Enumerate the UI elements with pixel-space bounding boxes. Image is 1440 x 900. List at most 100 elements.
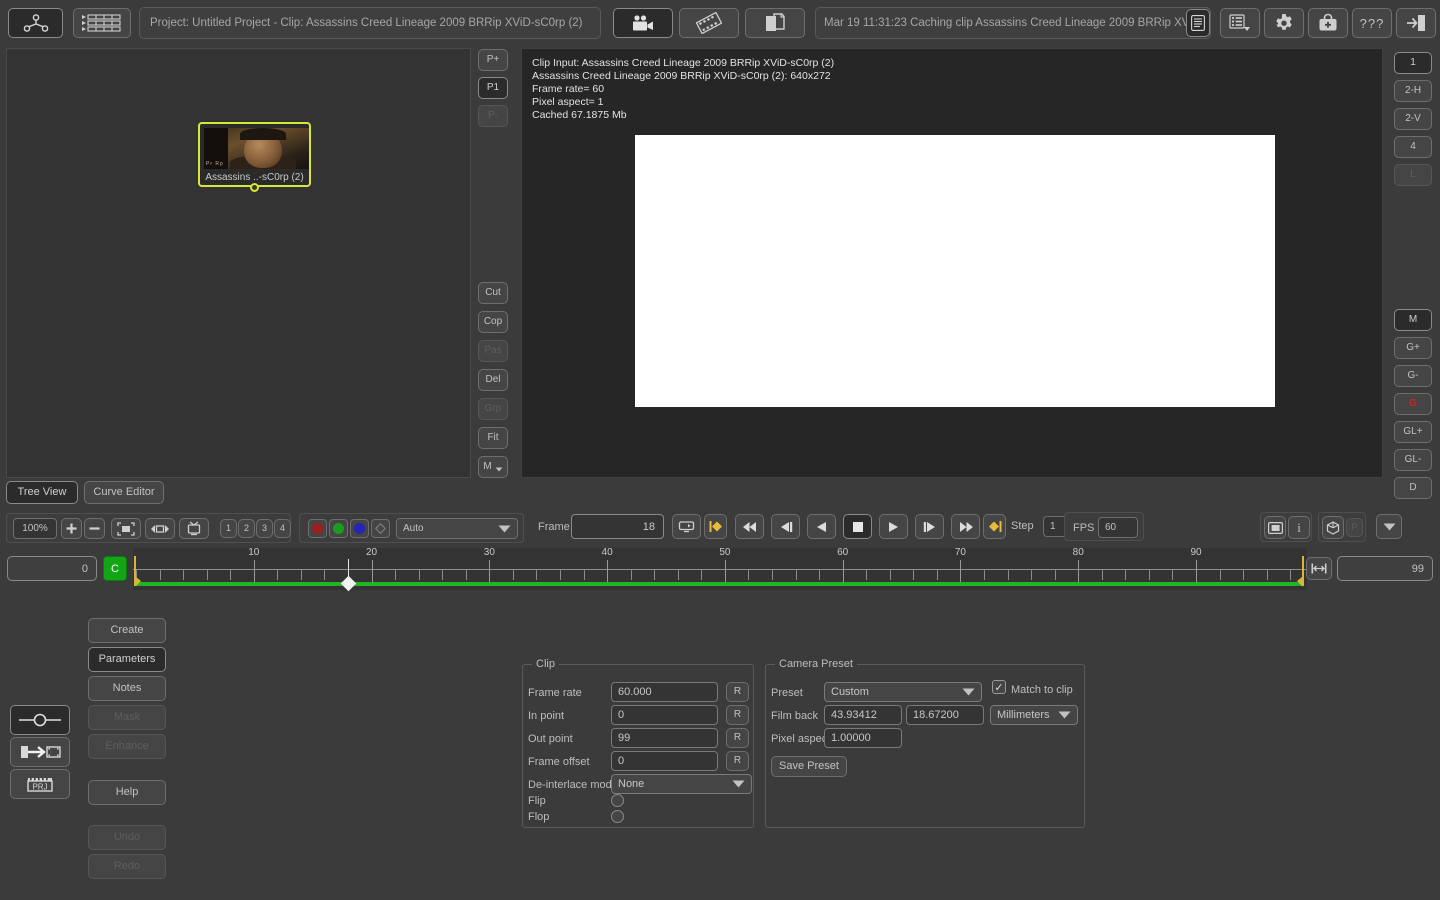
film-back-height-field[interactable]: 18.67200 xyxy=(906,705,984,725)
rewind-fast-button[interactable] xyxy=(735,514,764,539)
save-preset-button[interactable]: Save Preset xyxy=(771,756,847,777)
fit-frame-icon[interactable] xyxy=(111,518,141,539)
layout-button-l[interactable]: L xyxy=(1394,164,1432,186)
tab-curve-editor[interactable]: Curve Editor xyxy=(84,481,164,504)
timeline-out-handle[interactable] xyxy=(1297,556,1305,586)
view-number-4[interactable]: 4 xyxy=(274,519,291,538)
status-message-field[interactable]: Mar 19 11:31:23 Caching clip Assassins C… xyxy=(815,7,1211,39)
forward-fast-button[interactable] xyxy=(951,514,980,539)
tree-list-icon[interactable] xyxy=(73,8,131,38)
export-film-icon[interactable] xyxy=(10,737,70,767)
mid-tool-cut[interactable]: Cut xyxy=(478,282,508,304)
set-in-key-icon[interactable] xyxy=(704,514,727,539)
mid-tool-m[interactable]: M xyxy=(478,456,508,478)
zoom-level-field[interactable]: 100% xyxy=(13,518,57,539)
in-point-field[interactable]: 0 xyxy=(611,705,718,725)
frame-offset-field[interactable]: 0 xyxy=(611,751,718,771)
viewer-panel[interactable]: Clip Input: Assassins Creed Lineage 2009… xyxy=(521,48,1383,478)
flop-checkbox[interactable] xyxy=(611,810,624,823)
list-dropdown-icon[interactable] xyxy=(1220,8,1260,38)
layout-button-1[interactable]: 1 xyxy=(1394,52,1432,74)
proxy-monitor-icon[interactable] xyxy=(1264,516,1286,539)
project-clapper-icon[interactable]: PRJ xyxy=(10,769,70,799)
tracker-line-icon[interactable] xyxy=(10,705,70,735)
film-strip-icon[interactable] xyxy=(679,8,739,38)
mode-button-glplus[interactable]: GL+ xyxy=(1394,421,1432,443)
frame-rate-field[interactable]: 60.000 xyxy=(611,682,718,702)
mid-tool-fit[interactable]: Fit xyxy=(478,427,508,449)
mid-tool-cop[interactable]: Cop xyxy=(478,311,508,333)
layout-button-4[interactable]: 4 xyxy=(1394,136,1432,158)
minus-icon[interactable] xyxy=(84,518,105,539)
set-out-key-icon[interactable] xyxy=(983,514,1006,539)
preset-select[interactable]: Custom xyxy=(824,682,982,702)
timeline-end-field[interactable]: 99 xyxy=(1337,556,1433,581)
in-point-reset-button[interactable]: R xyxy=(726,705,749,725)
movie-camera-icon[interactable] xyxy=(613,8,673,38)
pixel-aspect-field[interactable]: 1.00000 xyxy=(824,728,902,748)
flip-checkbox[interactable] xyxy=(611,794,624,807)
alpha-channel-button[interactable] xyxy=(371,519,390,538)
match-to-clip-checkbox[interactable]: ✓ xyxy=(992,680,1006,694)
info-icon[interactable]: i xyxy=(1288,516,1310,539)
mode-button-m[interactable]: M xyxy=(1394,309,1432,331)
clip-node[interactable]: Pr Rp Assassins ..-sC0rp (2) xyxy=(198,122,311,192)
timeline-start-field[interactable]: 0 xyxy=(7,556,97,581)
mid-tool-grp[interactable]: Grp xyxy=(478,398,508,420)
layout-button-2-h[interactable]: 2-H xyxy=(1394,80,1432,102)
green-channel-button[interactable] xyxy=(329,519,348,538)
monitor-icon[interactable] xyxy=(179,518,209,539)
node-graph-icon[interactable] xyxy=(8,8,63,38)
mid-tool-pminus[interactable]: P- xyxy=(478,105,508,127)
layout-button-2-v[interactable]: 2-V xyxy=(1394,108,1432,130)
view-number-2[interactable]: 2 xyxy=(238,519,255,538)
step-back-button[interactable] xyxy=(807,514,836,539)
enhance-button[interactable]: Enhance xyxy=(88,734,166,759)
loop-icon[interactable] xyxy=(672,514,701,539)
tab-tree-view[interactable]: Tree View xyxy=(6,481,78,504)
playhead-handle[interactable] xyxy=(340,575,357,592)
project-title-field[interactable]: Project: Untitled Project - Clip: Assass… xyxy=(139,7,601,39)
next-key-button[interactable] xyxy=(915,514,944,539)
clip-node-output-port[interactable] xyxy=(249,183,259,192)
timeline-ruler[interactable]: 10 20 30 40 50 60 70 80 90 xyxy=(133,547,1307,592)
text-lines-icon[interactable] xyxy=(1186,9,1210,37)
prev-key-button[interactable] xyxy=(771,514,800,539)
redo-button[interactable]: Redo xyxy=(88,854,166,879)
out-point-field[interactable]: 99 xyxy=(611,728,718,748)
film-back-width-field[interactable]: 43.93412 xyxy=(824,705,902,725)
mid-tool-del[interactable]: Del xyxy=(478,369,508,391)
frame-rate-reset-button[interactable]: R xyxy=(726,682,749,702)
undo-button[interactable]: Undo xyxy=(88,825,166,850)
frame-offset-reset-button[interactable]: R xyxy=(726,751,749,771)
mode-button-gminus[interactable]: G- xyxy=(1394,365,1432,387)
frame-field[interactable]: 18 xyxy=(571,514,664,539)
help-button[interactable]: ??? xyxy=(1352,8,1392,38)
mode-button-d[interactable]: D xyxy=(1394,477,1432,499)
plus-icon[interactable] xyxy=(61,518,82,539)
gear-icon[interactable] xyxy=(1264,8,1304,38)
blue-channel-button[interactable] xyxy=(350,519,369,538)
timeline-in-handle[interactable] xyxy=(133,556,141,586)
stop-button[interactable] xyxy=(843,514,872,539)
timeline-color-button[interactable]: C xyxy=(103,556,127,581)
fps-field[interactable]: 60 xyxy=(1098,517,1138,538)
3d-cube-icon[interactable] xyxy=(1322,516,1344,539)
node-graph-panel[interactable]: Pr Rp Assassins ..-sC0rp (2) xyxy=(6,48,471,478)
mid-tool-pas[interactable]: Pas xyxy=(478,340,508,362)
out-point-reset-button[interactable]: R xyxy=(726,728,749,748)
pan-icon[interactable] xyxy=(145,518,175,539)
view-number-1[interactable]: 1 xyxy=(220,519,237,538)
timeline-range-track[interactable] xyxy=(136,582,1302,586)
help-side-button[interactable]: Help xyxy=(88,780,166,805)
mid-tool-p1[interactable]: P1 xyxy=(478,77,508,99)
mode-button-gplus[interactable]: G+ xyxy=(1394,337,1432,359)
mask-button[interactable]: Mask xyxy=(88,705,166,730)
mode-button-glminus[interactable]: GL- xyxy=(1394,449,1432,471)
mode-button-g[interactable]: G xyxy=(1394,393,1432,415)
play-button[interactable] xyxy=(879,514,908,539)
copy-pages-icon[interactable] xyxy=(745,8,805,38)
parameters-button[interactable]: Parameters xyxy=(88,647,166,672)
channel-select[interactable]: Auto xyxy=(396,518,518,539)
triangle-down-icon[interactable] xyxy=(1376,514,1402,539)
